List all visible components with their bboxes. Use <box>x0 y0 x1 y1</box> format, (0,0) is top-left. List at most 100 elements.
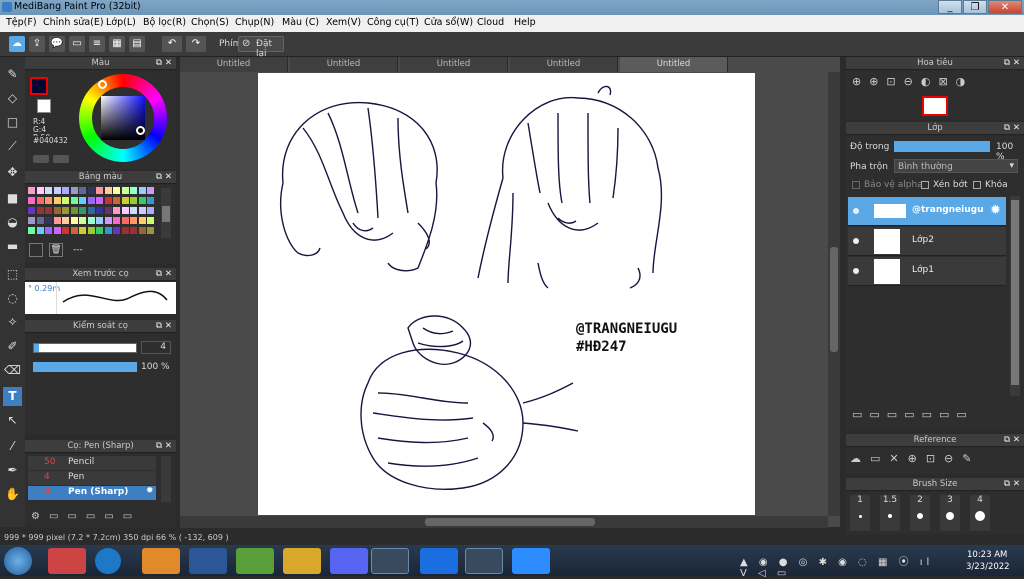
color-swatch[interactable] <box>62 197 69 204</box>
navigator-thumbnail[interactable] <box>922 96 948 116</box>
brush-size-option[interactable]: 2 <box>910 495 930 531</box>
layer-row[interactable]: Lớp2 <box>848 227 1006 256</box>
palette-scrollbar[interactable] <box>161 188 171 238</box>
discord-icon[interactable] <box>330 548 368 574</box>
color-swatch[interactable] <box>70 197 78 204</box>
tiles-icon[interactable]: ▤ <box>129 36 145 52</box>
size-value[interactable]: 4 <box>141 341 171 354</box>
color-swatch[interactable] <box>96 187 103 194</box>
color-swatch[interactable] <box>138 207 146 214</box>
brush-size-option[interactable]: 1 <box>850 495 870 531</box>
color-swatch[interactable] <box>53 207 61 214</box>
color-swatch[interactable] <box>147 207 154 214</box>
color-swatch[interactable] <box>104 227 112 234</box>
color-swatch[interactable] <box>113 197 120 204</box>
maximize-button[interactable]: ❐ <box>963 0 987 14</box>
trash-icon[interactable]: 🗑 <box>49 243 63 257</box>
color-swatch[interactable] <box>87 197 95 204</box>
color-swatch[interactable] <box>70 227 78 234</box>
minimize-button[interactable]: _ <box>938 0 962 14</box>
color-swatch[interactable] <box>62 187 69 194</box>
close-icon[interactable]: ✕ <box>1013 122 1020 135</box>
folder-icon[interactable] <box>283 548 321 574</box>
menu-select[interactable]: Chọn(S) <box>191 17 229 28</box>
color-swatch[interactable] <box>104 197 112 204</box>
color-swatch[interactable] <box>87 217 95 224</box>
color-swatch[interactable] <box>36 217 44 224</box>
menu-window[interactable]: Cửa sổ(W) <box>424 17 473 28</box>
brush-size-option[interactable]: 1.5 <box>880 495 900 531</box>
color-swatch[interactable] <box>53 227 61 234</box>
color-swatch[interactable] <box>36 207 44 214</box>
swatch-grid[interactable] <box>28 187 156 239</box>
zoom-icon[interactable] <box>512 548 550 574</box>
pen-tool-icon[interactable]: ✒ <box>3 461 22 480</box>
color-swatch[interactable] <box>104 217 112 224</box>
color-swatch[interactable] <box>45 227 52 234</box>
chrome-icon[interactable] <box>371 548 409 574</box>
menu-tools[interactable]: Công cụ(T) <box>367 17 419 28</box>
lock-checkbox[interactable] <box>973 181 981 189</box>
popout-icon[interactable]: ⧉ <box>1004 57 1010 70</box>
color-swatch[interactable] <box>79 227 86 234</box>
color-swatch[interactable] <box>104 207 112 214</box>
color-swatch[interactable] <box>121 217 129 224</box>
color-swatch[interactable] <box>79 187 86 194</box>
clipping-checkbox[interactable] <box>921 181 929 189</box>
menu-color[interactable]: Màu (C) <box>282 17 319 28</box>
select-tool-icon[interactable]: ⬚ <box>3 265 22 284</box>
color-swatch[interactable] <box>113 227 120 234</box>
popout-icon[interactable]: ⧉ <box>156 320 162 333</box>
color-swatch[interactable] <box>130 187 137 194</box>
color-swatch[interactable] <box>130 227 137 234</box>
color-swatch[interactable] <box>121 227 129 234</box>
start-button[interactable] <box>4 547 32 575</box>
share-icon[interactable]: ⇪ <box>29 36 45 52</box>
operation-tool-icon[interactable]: ↖ <box>3 411 22 430</box>
color-swatch[interactable] <box>138 197 146 204</box>
color-swatch[interactable] <box>87 227 95 234</box>
line-tool-icon[interactable]: ⟋ <box>3 137 22 156</box>
color-swatch[interactable] <box>62 207 69 214</box>
color-swatch[interactable] <box>147 197 154 204</box>
close-icon[interactable]: ✕ <box>1013 478 1020 491</box>
opacity-slider[interactable] <box>33 362 137 372</box>
tab-document[interactable]: Untitled <box>400 57 508 72</box>
brush-actions[interactable]: ⚙▭▭▭▭▭ <box>31 511 151 524</box>
color-swatch[interactable] <box>28 227 35 234</box>
color-swatch[interactable] <box>79 207 86 214</box>
menu-help[interactable]: Help <box>514 17 536 28</box>
eraser-tool-icon[interactable]: ◇ <box>3 89 22 108</box>
color-swatch[interactable] <box>28 187 35 194</box>
color-swatch[interactable] <box>36 187 44 194</box>
popout-icon[interactable]: ⧉ <box>156 57 162 70</box>
color-swatch[interactable] <box>70 207 78 214</box>
color-swatch[interactable] <box>87 187 95 194</box>
color-swatch[interactable] <box>147 227 154 234</box>
shape-tool-icon[interactable]: □ <box>3 113 22 132</box>
canvas-hscroll[interactable] <box>180 516 828 528</box>
drawing-canvas[interactable]: @TRANGNEIUGU #HĐ247 <box>258 73 755 515</box>
background-color[interactable] <box>37 99 51 113</box>
color-swatch[interactable] <box>113 187 120 194</box>
layer-row[interactable]: Lớp1 <box>848 257 1006 286</box>
cloud-icon[interactable]: ☁ <box>9 36 25 52</box>
popout-icon[interactable]: ⧉ <box>156 171 162 184</box>
select-pen-icon[interactable]: ✐ <box>3 337 22 356</box>
brush-tool-icon[interactable]: ✎ <box>3 65 22 84</box>
close-button[interactable]: ✕ <box>988 0 1022 14</box>
color-swatch[interactable] <box>28 207 35 214</box>
menu-filter[interactable]: Bộ lọc(R) <box>143 17 186 28</box>
medibang-icon[interactable] <box>465 548 503 574</box>
menu-edit[interactable]: Chỉnh sửa(E) <box>43 17 104 28</box>
color-swatch[interactable] <box>45 197 52 204</box>
foreground-color[interactable] <box>30 77 48 95</box>
clock-time[interactable]: 10:23 AM <box>967 550 1007 560</box>
layer-opacity-slider[interactable] <box>894 141 990 152</box>
new-palette-icon[interactable] <box>29 243 43 257</box>
color-swatch[interactable] <box>121 207 129 214</box>
text-tool-icon[interactable]: T <box>3 387 22 406</box>
color-swatch[interactable] <box>45 207 52 214</box>
color-swatch[interactable] <box>113 207 120 214</box>
menu-view[interactable]: Xem(V) <box>326 17 361 28</box>
